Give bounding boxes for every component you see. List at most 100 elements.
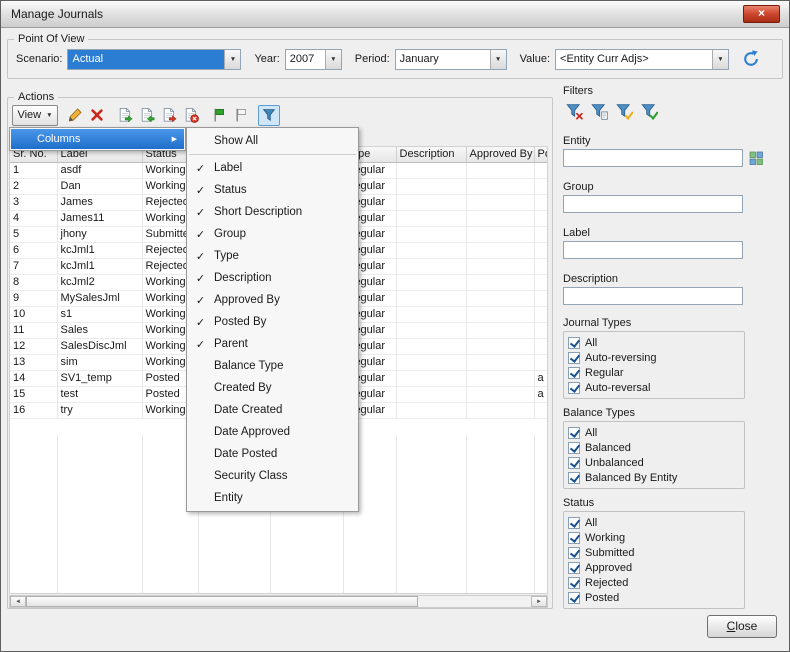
checkbox-checked[interactable] [568, 561, 580, 574]
menu-item-security-class[interactable]: Security Class [187, 465, 358, 487]
horizontal-scrollbar[interactable]: ◄ ► [9, 595, 548, 608]
checkbox-option[interactable]: Working [568, 530, 744, 545]
menu-item-balance-type[interactable]: Balance Type [187, 355, 358, 377]
scroll-left-button[interactable]: ◄ [10, 596, 26, 607]
menu-item-description[interactable]: ✓ Description [187, 267, 358, 289]
checkbox-option[interactable]: Rejected [568, 575, 744, 590]
filter-group-label: Journal Types [563, 317, 632, 329]
menu-item-date-posted[interactable]: Date Posted [187, 443, 358, 465]
scrollbar-thumb[interactable] [26, 596, 418, 607]
chevron-down-icon[interactable]: ▼ [489, 49, 506, 69]
title-bar[interactable]: Manage Journals × [1, 1, 789, 28]
menu-item-group[interactable]: ✓ Group [187, 223, 358, 245]
scrollbar-track[interactable] [418, 596, 531, 607]
cell-posted_by [534, 178, 547, 195]
filter-clear-icon[interactable] [563, 100, 585, 122]
manage-journals-dialog: Manage Journals × Point Of View Scenario… [0, 0, 790, 652]
cell-posted_by: a [534, 386, 547, 403]
label-filter-input[interactable] [563, 241, 743, 259]
menu-item-date-created[interactable]: Date Created [187, 399, 358, 421]
checkbox-option[interactable]: Posted [568, 590, 744, 605]
delete-icon[interactable] [86, 105, 108, 126]
menu-item-date-approved[interactable]: Date Approved [187, 421, 358, 443]
menu-item-label[interactable]: ✓ Label [187, 157, 358, 179]
checkbox-checked[interactable] [568, 471, 580, 484]
menu-item-type[interactable]: ✓ Type [187, 245, 358, 267]
checkbox-checked[interactable] [568, 426, 580, 439]
value-select[interactable]: <Entity Curr Adjs> ▼ [555, 48, 730, 70]
cell-sr: 16 [10, 402, 58, 419]
edit-icon[interactable] [64, 105, 86, 126]
description-filter-input[interactable] [563, 287, 743, 305]
col-header-approved-by[interactable]: Approved By [466, 147, 535, 163]
checkbox-option[interactable]: Unbalanced [568, 455, 744, 470]
close-button[interactable]: Close [707, 615, 777, 638]
filter-groups: Journal Types All Auto-reversing Regular Aut… [563, 317, 745, 609]
menu-item-status[interactable]: ✓ Status [187, 179, 358, 201]
unsubmit-journal-icon[interactable] [136, 105, 158, 126]
year-select[interactable]: 2007 ▼ [284, 48, 342, 70]
checkbox-option[interactable]: All [568, 515, 744, 530]
menu-item-posted-by[interactable]: ✓ Posted By [187, 311, 358, 333]
checkbox-checked[interactable] [568, 351, 580, 364]
group-filter-input[interactable] [563, 195, 743, 213]
menu-item-parent[interactable]: ✓ Parent [187, 333, 358, 355]
checkbox-option[interactable]: Submitted [568, 545, 744, 560]
checkbox-checked[interactable] [568, 531, 580, 544]
refresh-icon[interactable] [740, 48, 762, 70]
checkbox-checked[interactable] [568, 441, 580, 454]
view-menu-button[interactable]: View ▼ [12, 104, 58, 126]
menu-item-approved-by[interactable]: ✓ Approved By [187, 289, 358, 311]
scroll-left-icon: ◄ [15, 598, 21, 605]
window-close-button[interactable]: × [743, 5, 780, 23]
filters-section-label: Filters [563, 85, 593, 97]
chevron-glyph: ▼ [330, 55, 337, 63]
chevron-down-icon[interactable]: ▼ [712, 49, 729, 69]
col-header-posted-by[interactable]: Posted By [534, 147, 547, 163]
menu-item-columns[interactable]: Columns ▶ [11, 129, 184, 149]
checkbox-checked[interactable] [568, 516, 580, 529]
checkbox-option[interactable]: Balanced [568, 440, 744, 455]
checkbox-option[interactable]: Auto-reversing [568, 350, 744, 365]
checkbox-checked[interactable] [568, 381, 580, 394]
scroll-right-button[interactable]: ► [531, 596, 547, 607]
checkbox-option[interactable]: Approved [568, 560, 744, 575]
reject-flag-icon[interactable] [230, 105, 252, 126]
checkbox-checked[interactable] [568, 456, 580, 469]
scenario-value: Actual [68, 49, 225, 69]
checkbox-checked[interactable] [568, 366, 580, 379]
member-picker-icon[interactable] [749, 151, 764, 166]
checkbox-checked[interactable] [568, 546, 580, 559]
menu-item-short-description[interactable]: ✓ Short Description [187, 201, 358, 223]
cell-approved_by [466, 354, 535, 371]
checkbox-option[interactable]: All [568, 335, 744, 350]
submit-journal-icon[interactable] [114, 105, 136, 126]
entity-filter-input[interactable] [563, 149, 743, 167]
scenario-select[interactable]: Actual ▼ [67, 48, 242, 70]
cell-desc [396, 338, 467, 355]
chevron-down-icon[interactable]: ▼ [224, 49, 241, 69]
menu-item-entity[interactable]: Entity [187, 487, 358, 509]
checkbox-checked[interactable] [568, 576, 580, 589]
period-select[interactable]: January ▼ [394, 48, 507, 70]
filter-check-green-icon[interactable] [638, 100, 660, 122]
post-journal-icon[interactable] [158, 105, 180, 126]
col-header-description[interactable]: Description [396, 147, 467, 163]
filter-icon[interactable] [258, 104, 280, 126]
checkbox-option[interactable]: All [568, 425, 744, 440]
checkbox-checked[interactable] [568, 336, 580, 349]
filter-page-icon[interactable] [588, 100, 610, 122]
cell-posted_by [534, 354, 547, 371]
menu-item-label: Status [214, 184, 247, 196]
checkbox-label: Auto-reversal [585, 381, 651, 394]
chevron-down-icon[interactable]: ▼ [324, 49, 341, 69]
checkbox-checked[interactable] [568, 591, 580, 604]
approve-flag-icon[interactable] [208, 105, 230, 126]
unpost-journal-icon[interactable] [180, 105, 202, 126]
checkbox-option[interactable]: Auto-reversal [568, 380, 744, 395]
checkbox-option[interactable]: Balanced By Entity [568, 470, 744, 485]
checkbox-option[interactable]: Regular [568, 365, 744, 380]
menu-item-show-all[interactable]: Show All [187, 130, 358, 152]
filter-check-yellow-icon[interactable] [613, 100, 635, 122]
menu-item-created-by[interactable]: Created By [187, 377, 358, 399]
